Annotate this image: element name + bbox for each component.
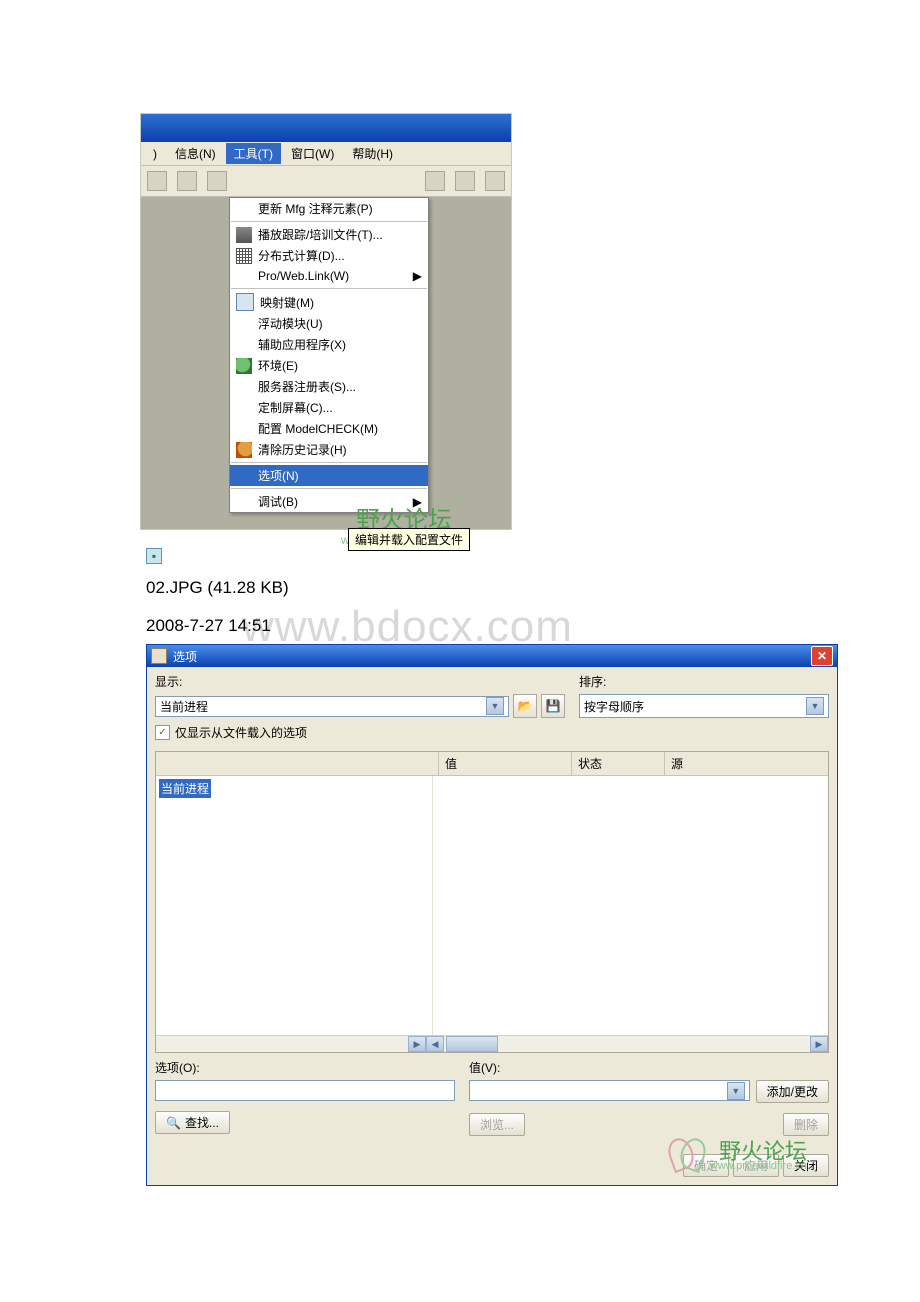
sort-label: 排序: (579, 673, 829, 690)
cut-icon[interactable] (147, 171, 167, 191)
browse-button[interactable]: 浏览... (469, 1113, 525, 1136)
display-label: 显示: (155, 673, 565, 690)
dropdown-arrow-icon: ▼ (806, 697, 824, 715)
menu-options[interactable]: 选项(N) (230, 465, 428, 486)
menu-aux-app[interactable]: 辅助应用程序(X) (230, 334, 428, 355)
menu-mapkeys[interactable]: 映射键(M) (230, 291, 428, 313)
tools-dropdown: 更新 Mfg 注释元素(P) 播放跟踪/培训文件(T)... 分布式计算(D).… (229, 197, 429, 513)
tool-icon[interactable] (425, 171, 445, 191)
col-value[interactable]: 值 (439, 752, 572, 775)
close-button[interactable]: ✕ (811, 646, 833, 666)
menu-tools[interactable]: 工具(T) (226, 143, 281, 164)
dialog-icon (151, 648, 167, 664)
value-label: 值(V): (469, 1059, 829, 1076)
only-from-file-label: 仅显示从文件载入的选项 (175, 724, 307, 741)
canvas-area: 更新 Mfg 注释元素(P) 播放跟踪/培训文件(T)... 分布式计算(D).… (141, 197, 511, 529)
screenshot-options-dialog: 选项 ✕ 显示: 当前进程 ▼ 📂 💾 排序: (146, 644, 838, 1186)
toolbar (141, 166, 511, 197)
find-button[interactable]: 🔍查找... (155, 1111, 230, 1134)
save-icon: 💾 (546, 699, 561, 713)
delete-button[interactable]: 删除 (783, 1113, 829, 1136)
key-icon (236, 293, 254, 311)
copy-icon[interactable] (177, 171, 197, 191)
menu-clear-history[interactable]: 清除历史记录(H) (230, 439, 428, 460)
menu-info[interactable]: 信息(N) (167, 143, 224, 164)
menu-config-modelcheck[interactable]: 配置 ModelCHECK(M) (230, 418, 428, 439)
zoom-out-icon[interactable] (485, 171, 505, 191)
menu-dist-comp[interactable]: 分布式计算(D)... (230, 245, 428, 266)
only-from-file-checkbox[interactable]: ✓ (155, 725, 170, 740)
zoom-in-icon[interactable] (455, 171, 475, 191)
value-combo[interactable]: ▼ (469, 1080, 750, 1101)
option-input[interactable] (155, 1080, 455, 1101)
camera-icon (236, 227, 252, 243)
screenshot-tools-menu: ) 信息(N) 工具(T) 窗口(W) 帮助(H) 更新 Mfg 注释元素(P)… (140, 113, 512, 530)
paste-icon[interactable] (207, 171, 227, 191)
menu-float-modules[interactable]: 浮动模块(U) (230, 313, 428, 334)
submenu-arrow-icon: ▶ (413, 269, 422, 283)
menu-play-trail[interactable]: 播放跟踪/培训文件(T)... (230, 224, 428, 245)
option-label: 选项(O): (155, 1059, 455, 1076)
broom-icon (236, 442, 252, 458)
col-status[interactable]: 状态 (572, 752, 665, 775)
save-file-button[interactable]: 💾 (541, 694, 565, 718)
open-file-button[interactable]: 📂 (513, 694, 537, 718)
menu-proweblink[interactable]: Pro/Web.Link(W)▶ (230, 266, 428, 286)
col-name[interactable] (156, 752, 439, 775)
dialog-titlebar[interactable]: 选项 ✕ (147, 645, 837, 667)
dropdown-arrow-icon: ▼ (486, 697, 504, 715)
menu-partial: ) (145, 145, 165, 163)
grid-icon (236, 248, 252, 264)
dropdown-arrow-icon: ▼ (727, 1082, 745, 1100)
menu-help[interactable]: 帮助(H) (344, 143, 401, 164)
folder-icon: 📂 (518, 699, 533, 713)
timestamp: 2008-7-27 14:51 www.bdocx.com (146, 616, 920, 636)
menu-environment[interactable]: 环境(E) (230, 355, 428, 376)
image-placeholder-icon: ▪ (146, 548, 162, 564)
menu-window[interactable]: 窗口(W) (283, 143, 342, 164)
display-combo[interactable]: 当前进程 ▼ (155, 696, 509, 717)
image-caption: 02.JPG (41.28 KB) (146, 578, 920, 598)
options-table: 值 状态 源 当前进程 ▶ ◀▶ (155, 751, 829, 1053)
col-source[interactable]: 源 (665, 752, 828, 775)
watermark-leaf-icon (669, 1138, 703, 1172)
tooltip: 编辑并载入配置文件 (348, 528, 470, 551)
add-change-button[interactable]: 添加/更改 (756, 1080, 829, 1103)
tree-item-current[interactable]: 当前进程 (159, 779, 211, 798)
dialog-title: 选项 (173, 648, 197, 665)
sort-combo[interactable]: 按字母顺序 ▼ (579, 694, 829, 718)
menu-update-mfg[interactable]: 更新 Mfg 注释元素(P) (230, 198, 428, 219)
globe-icon (236, 358, 252, 374)
menubar: ) 信息(N) 工具(T) 窗口(W) 帮助(H) (141, 142, 511, 166)
search-icon: 🔍 (166, 1116, 181, 1130)
watermark-url: www.proewildfire.cn (710, 1160, 807, 1172)
menu-server-reg[interactable]: 服务器注册表(S)... (230, 376, 428, 397)
h-scrollbar[interactable]: ▶ ◀▶ (156, 1035, 828, 1052)
window-titlebar (141, 114, 511, 142)
menu-custom-screen[interactable]: 定制屏幕(C)... (230, 397, 428, 418)
